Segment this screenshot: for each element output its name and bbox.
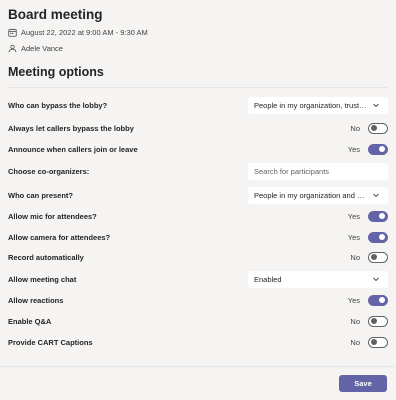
option-label: Allow meeting chat [8, 274, 77, 284]
record-toggle[interactable] [368, 251, 388, 263]
option-label: Provide CART Captions [8, 337, 93, 347]
mic-toggle[interactable] [368, 210, 388, 222]
reactions-toggle[interactable] [368, 294, 388, 306]
camera-toggle[interactable] [368, 231, 388, 243]
option-who-present: Who can present? People in my organizati… [8, 185, 388, 205]
chat-dropdown[interactable]: Enabled [248, 270, 388, 288]
toggle-state-text: Yes [347, 144, 360, 154]
option-label: Allow mic for attendees? [8, 211, 97, 221]
toggle-knob [379, 213, 385, 219]
option-bypass-lobby: Who can bypass the lobby? People in my o… [8, 95, 388, 115]
qa-toggle[interactable] [368, 315, 388, 327]
meeting-datetime: August 22, 2022 at 9:00 AM - 9:30 AM [21, 27, 148, 37]
coorganizers-search-input[interactable] [248, 162, 388, 180]
option-label: Choose co-organizers: [8, 166, 90, 176]
option-label: Who can bypass the lobby? [8, 100, 108, 110]
toggle-state-text: Yes [347, 295, 360, 305]
dropdown-value: Enabled [254, 274, 282, 284]
meeting-options-title: Meeting options [8, 65, 104, 79]
dropdown-value: People in my organization, truste… [254, 100, 368, 110]
option-callers-bypass: Always let callers bypass the lobby No [8, 118, 388, 138]
option-mic: Allow mic for attendees? Yes [8, 206, 388, 226]
option-record: Record automatically No [8, 247, 388, 267]
chevron-down-icon [373, 103, 379, 108]
toggle-state-text: No [350, 123, 360, 133]
toggle-knob [371, 318, 377, 324]
toggle-state-text: Yes [347, 211, 360, 221]
chevron-down-icon [373, 193, 379, 198]
option-chat: Allow meeting chat Enabled [8, 269, 388, 289]
option-label: Always let callers bypass the lobby [8, 123, 134, 133]
toggle-knob [371, 254, 377, 260]
option-label: Who can present? [8, 190, 74, 200]
cart-toggle[interactable] [368, 336, 388, 348]
chevron-down-icon [373, 277, 379, 282]
meeting-organizer-row: Adele Vance [8, 41, 388, 55]
bypass-lobby-dropdown[interactable]: People in my organization, truste… [248, 96, 388, 114]
toggle-knob [379, 297, 385, 303]
meeting-title: Board meeting [8, 7, 103, 22]
meeting-organizer: Adele Vance [21, 43, 63, 53]
option-label: Announce when callers join or leave [8, 144, 138, 154]
toggle-knob [371, 339, 377, 345]
option-announce: Announce when callers join or leave Yes [8, 139, 388, 159]
option-label: Enable Q&A [8, 316, 52, 326]
toggle-state-text: No [350, 316, 360, 326]
footer-divider [0, 366, 396, 367]
toggle-state-text: No [350, 337, 360, 347]
who-present-dropdown[interactable]: People in my organization and gu… [248, 186, 388, 204]
section-divider [8, 87, 388, 88]
option-reactions: Allow reactions Yes [8, 290, 388, 310]
option-label: Allow reactions [8, 295, 64, 305]
callers-bypass-toggle[interactable] [368, 122, 388, 134]
meeting-datetime-row: August 22, 2022 at 9:00 AM - 9:30 AM [8, 25, 388, 39]
person-icon [8, 44, 17, 52]
toggle-state-text: Yes [347, 232, 360, 242]
option-qa: Enable Q&A No [8, 311, 388, 331]
meeting-header: Board meeting August 22, 2022 at 9:00 AM… [8, 6, 388, 55]
toggle-knob [371, 125, 377, 131]
option-label: Record automatically [8, 252, 84, 262]
option-camera: Allow camera for attendees? Yes [8, 227, 388, 247]
option-coorganizers: Choose co-organizers: [8, 161, 388, 181]
dropdown-value: People in my organization and gu… [254, 190, 368, 200]
calendar-icon [8, 28, 17, 37]
announce-toggle[interactable] [368, 143, 388, 155]
toggle-knob [379, 234, 385, 240]
option-cart: Provide CART Captions No [8, 332, 388, 352]
save-button[interactable]: Save [339, 375, 387, 392]
toggle-state-text: No [350, 252, 360, 262]
toggle-knob [379, 146, 385, 152]
option-label: Allow camera for attendees? [8, 232, 111, 242]
